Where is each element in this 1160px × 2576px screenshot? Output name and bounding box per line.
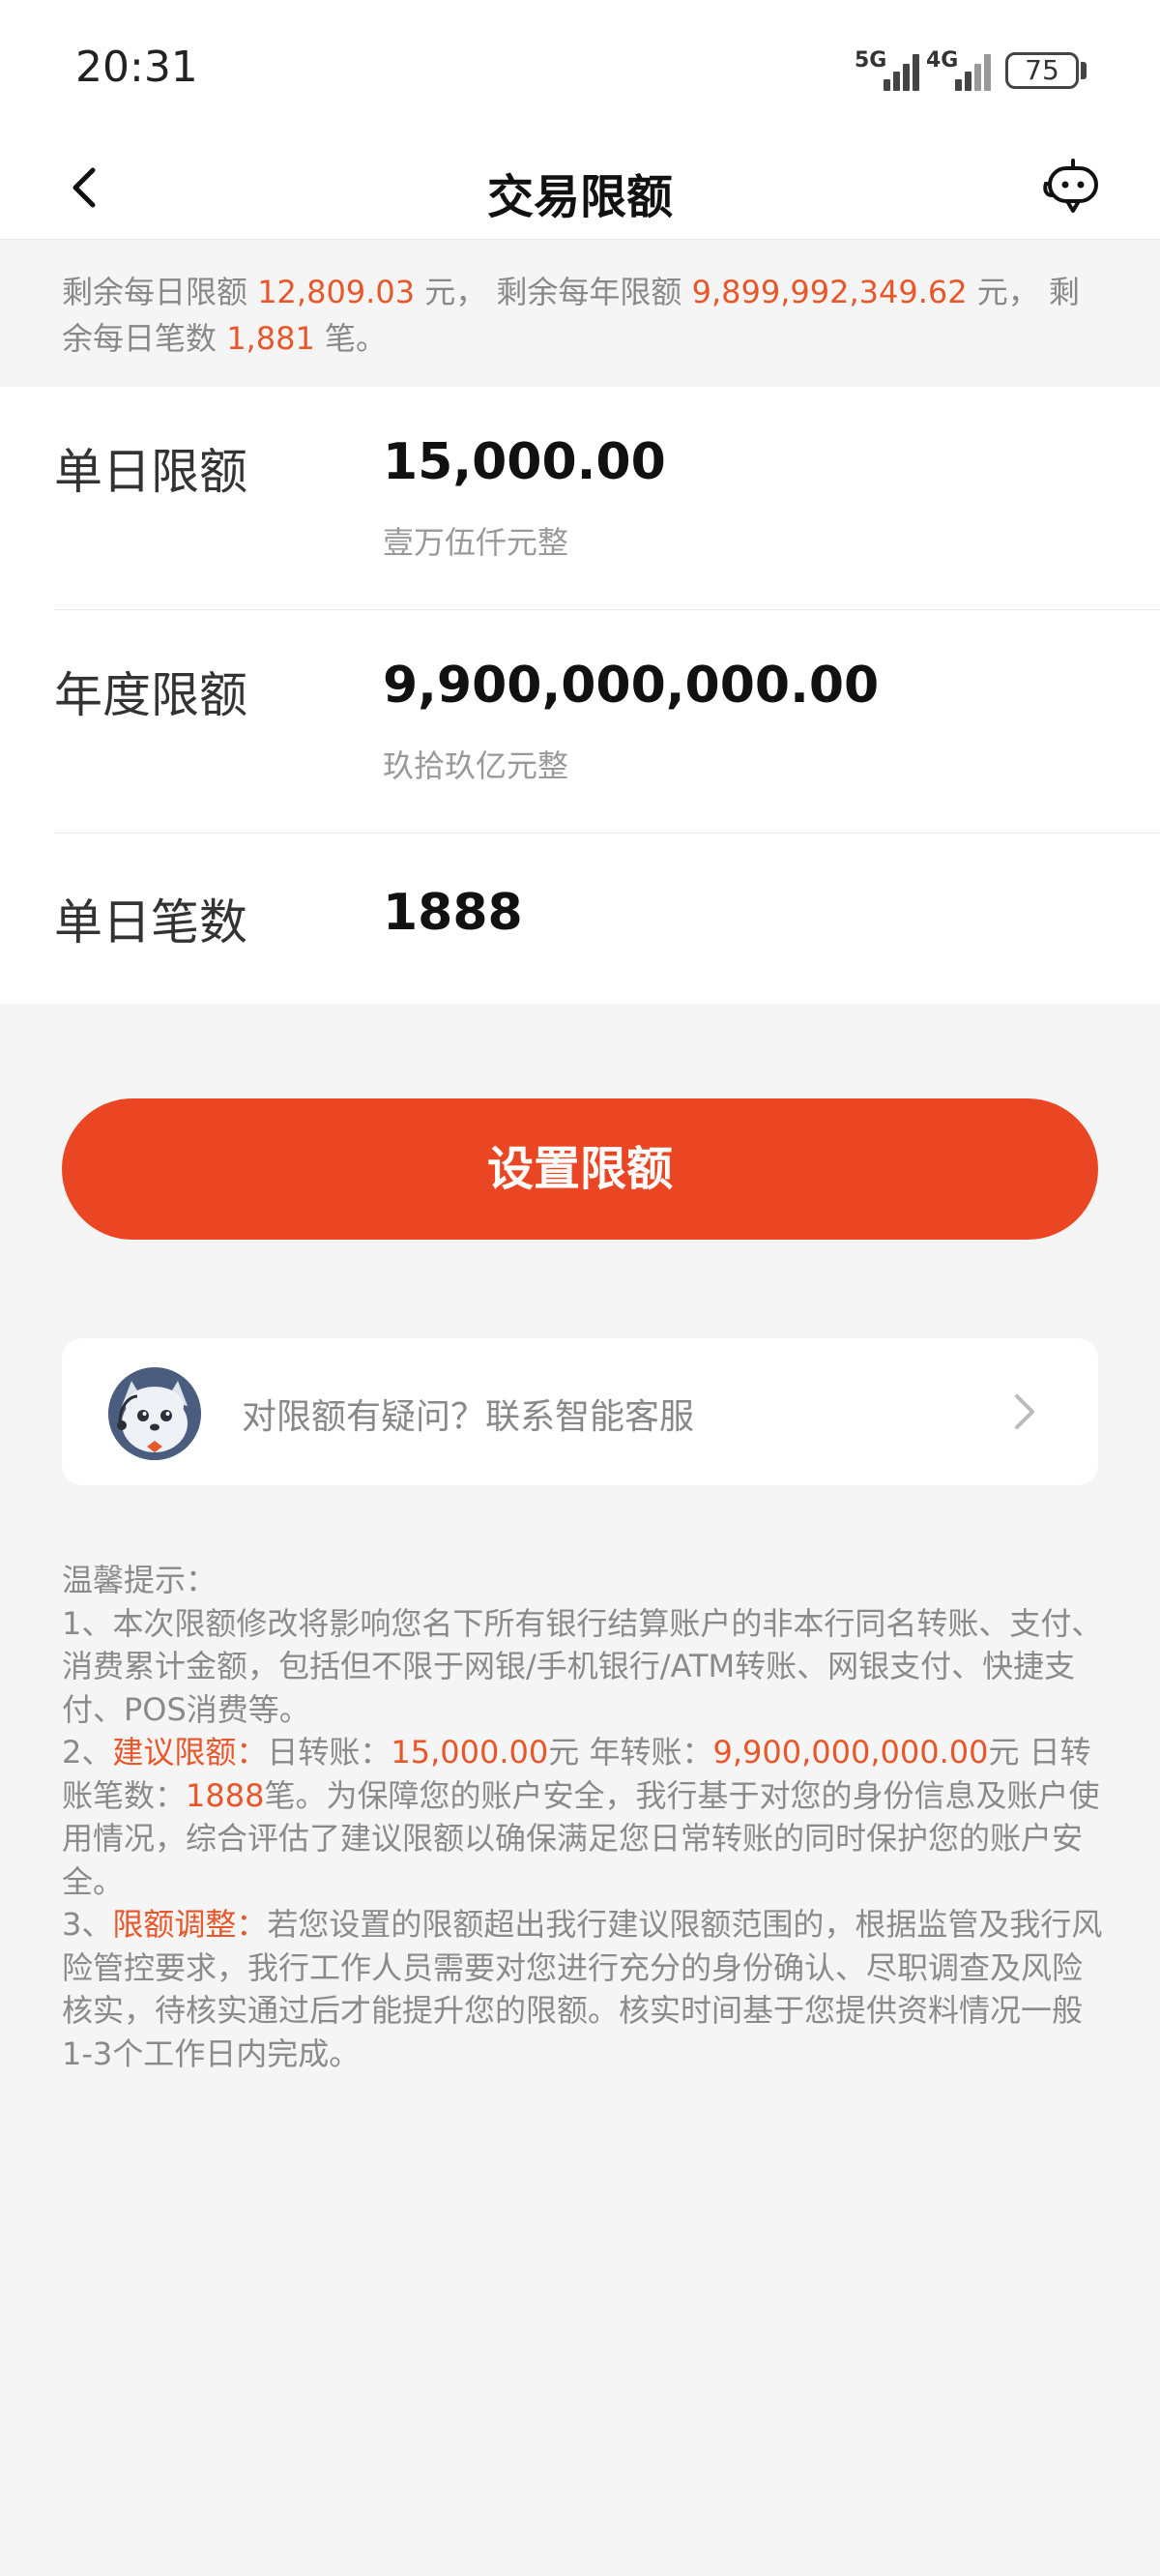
- tips-item-2-daily: 15,000.00: [391, 1734, 549, 1771]
- yearly-limit-row[interactable]: 年度限额 9,900,000,000.00 玖拾玖亿元整: [0, 610, 1160, 833]
- customer-service-card[interactable]: 对限额有疑问？联系智能客服: [62, 1338, 1098, 1485]
- page-title: 交易限额: [486, 170, 673, 224]
- daily-remaining-label: 剩余每日限额: [62, 274, 248, 310]
- tips-item-2-highlight: 建议限额：: [112, 1734, 268, 1771]
- count-unit: 笔。: [324, 320, 387, 357]
- avatar: [108, 1367, 201, 1460]
- yearly-remaining-label: 元， 剩余每年限额: [424, 274, 682, 310]
- daily-count-input[interactable]: 1888: [383, 884, 523, 942]
- daily-limit-label: 单日限额: [54, 444, 247, 500]
- daily-limit-row[interactable]: 单日限额 15,000.00 壹万伍仟元整: [0, 387, 1160, 609]
- status-time: 20:31: [75, 43, 198, 92]
- tips-item-2-yearly: 9,900,000,000.00: [712, 1734, 989, 1771]
- set-limit-button[interactable]: 设置限额: [62, 1098, 1098, 1240]
- signal-5g-icon: 5G: [855, 48, 932, 91]
- signal-5g-label: 5G: [855, 48, 887, 73]
- status-bar: 20:31 5G 4G 75: [0, 0, 1160, 135]
- tips-item-2-text-a: 日转账：: [267, 1734, 392, 1771]
- yearly-limit-label: 年度限额: [54, 667, 247, 723]
- battery-tip: [1081, 62, 1087, 79]
- daily-count-label: 单日笔数: [54, 894, 247, 951]
- daily-count-row[interactable]: 单日笔数 1888: [0, 834, 1160, 1004]
- remaining-summary: 剩余每日限额 12,809.03 元， 剩余每年限额 9,899,992,349…: [0, 240, 1160, 387]
- yearly-limit-uppercase: 玖拾玖亿元整: [383, 747, 569, 784]
- customer-service-text: 对限额有疑问？联系智能客服: [242, 1397, 695, 1437]
- chevron-right-icon: [1015, 1394, 1034, 1429]
- page: 20:31 5G 4G 75 交易限额 剩余每日限额 12,809.03 元， …: [0, 0, 1160, 2576]
- tips-item-2: 2、建议限额：日转账：15,000.00元 年转账：9,900,000,000.…: [62, 1731, 1106, 1903]
- daily-limit-uppercase: 壹万伍仟元整: [383, 524, 569, 561]
- tips-item-3-highlight: 限额调整：: [112, 1906, 268, 1943]
- signal-4g-label: 4G: [926, 48, 959, 73]
- daily-remaining-value: 12,809.03: [257, 274, 416, 310]
- tips-item-2-count: 1888: [186, 1776, 265, 1814]
- tips-section: 温馨提示： 1、本次限额修改将影响您名下所有银行结算账户的非本行同名转账、支付、…: [62, 1559, 1106, 2075]
- signal-4g-icon: 4G: [926, 48, 1003, 91]
- mascot-icon: [108, 1367, 201, 1460]
- yearly-remaining-value: 9,899,992,349.62: [691, 274, 968, 310]
- tips-item-3-prefix: 3、: [62, 1906, 113, 1943]
- signal-bars-icon: [955, 50, 998, 91]
- daily-limit-input[interactable]: 15,000.00: [383, 433, 666, 491]
- tips-title: 温馨提示：: [62, 1562, 218, 1598]
- limit-form: 单日限额 15,000.00 壹万伍仟元整 年度限额 9,900,000,000…: [0, 387, 1160, 1004]
- count-remaining-value: 1,881: [226, 320, 315, 357]
- tips-item-2-prefix: 2、: [62, 1734, 113, 1771]
- robot-chat-icon[interactable]: [1040, 153, 1106, 219]
- signal-bars-icon: [884, 50, 926, 91]
- yearly-limit-input[interactable]: 9,900,000,000.00: [383, 657, 879, 715]
- battery-icon: 75: [1005, 52, 1079, 89]
- tips-item-1: 1、本次限额修改将影响您名下所有银行结算账户的非本行同名转账、支付、消费累计金额…: [62, 1604, 1103, 1728]
- nav-bar: 交易限额: [0, 135, 1160, 240]
- tips-item-2-text-b: 元 年转账：: [548, 1734, 713, 1771]
- tips-item-3: 3、限额调整：若您设置的限额超出我行建议限额范围的，根据监管及我行风险管控要求，…: [62, 1903, 1106, 2075]
